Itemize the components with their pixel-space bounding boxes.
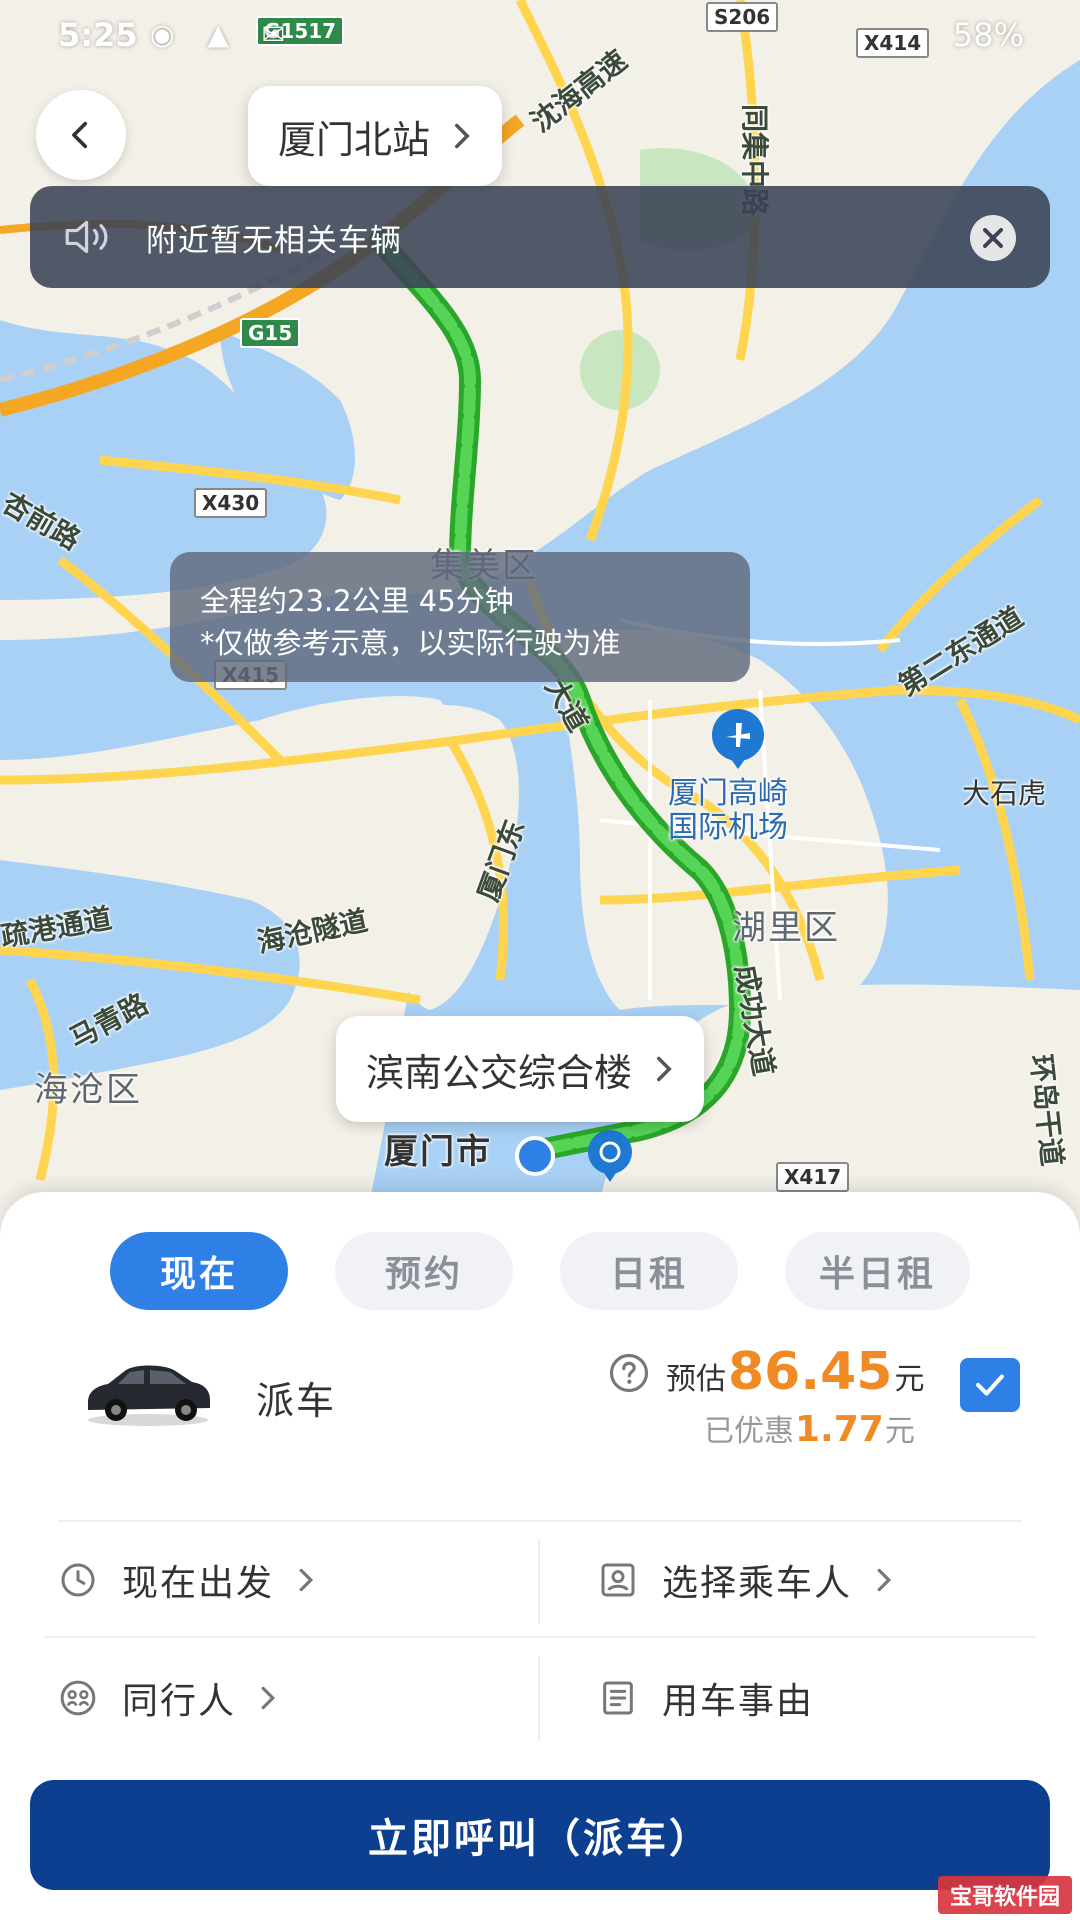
map-label-dashihu: 大石虎 <box>962 777 1047 810</box>
chevron-right-icon <box>455 123 470 149</box>
status-time: 5:25 <box>58 16 138 54</box>
price-unit: 元 <box>894 1362 925 1397</box>
car-type-name: 派车 <box>256 1379 337 1423</box>
price-prefix: 预估 <box>666 1362 726 1397</box>
discount-value: 1.77 <box>795 1409 884 1450</box>
car-option-checkbox[interactable] <box>960 1358 1020 1412</box>
close-icon <box>983 228 1003 248</box>
discount-prefix: 已优惠 <box>704 1414 794 1449</box>
chevron-right-icon <box>261 1686 276 1710</box>
clock-icon <box>61 1563 95 1597</box>
tab-day-rent[interactable]: 日租 <box>560 1232 738 1310</box>
depart-time-label: 现在出发 <box>122 1563 275 1604</box>
divider <box>538 1656 540 1742</box>
destination-bubble[interactable]: 滨南公交综合楼 <box>336 1016 705 1122</box>
car-image <box>88 1365 210 1426</box>
notice-text: 附近暂无相关车辆 <box>146 222 402 259</box>
chevron-left-icon <box>72 121 88 149</box>
check-icon <box>976 1374 1004 1396</box>
map-label-huli: 湖里区 <box>732 908 840 948</box>
chevron-right-icon <box>299 1568 314 1592</box>
status-notification-icons: ◉ ▲ ✉ <box>150 18 298 51</box>
speaker-icon <box>65 220 108 254</box>
tab-half-day-rent[interactable]: 半日租 <box>785 1232 970 1310</box>
booking-sheet: 现在 预约 日租 半日租 派车 预估 86.45 元 已优惠 1.77 元 现在… <box>0 1192 1080 1920</box>
depart-time-option[interactable]: 现在出发 <box>58 1540 314 1620</box>
status-bar: 5:25 ◉ ▲ ✉ 58% <box>0 0 1080 70</box>
person-card-icon <box>601 1563 635 1597</box>
shield-x430: X430 <box>194 488 268 518</box>
origin-bubble[interactable]: 厦门北站 <box>248 86 503 186</box>
origin-name: 厦门北站 <box>278 117 431 162</box>
destination-name: 滨南公交综合楼 <box>366 1050 633 1095</box>
watermark-logo: 宝哥软件园 <box>938 1876 1072 1914</box>
divider <box>538 1538 540 1624</box>
route-summary: 全程约23.2公里 45分钟 <box>200 584 514 618</box>
car-option-row[interactable]: 派车 预估 86.45 元 已优惠 1.77 元 <box>0 1342 1080 1472</box>
divider <box>44 1636 1036 1638</box>
companion-option[interactable]: 同行人 <box>58 1658 276 1738</box>
tab-reserve[interactable]: 预约 <box>335 1232 513 1310</box>
trip-reason-option[interactable]: 用车事由 <box>598 1658 814 1738</box>
shield-x417: X417 <box>776 1162 850 1192</box>
shield-g15: G15 <box>240 318 301 348</box>
map-label-airport-2: 国际机场 <box>668 810 788 845</box>
estimated-price: 预估 86.45 元 <box>666 1342 924 1402</box>
question-circle-icon[interactable] <box>608 1352 650 1394</box>
tab-now[interactable]: 现在 <box>110 1232 288 1310</box>
trip-reason-label: 用车事由 <box>662 1681 815 1722</box>
call-now-button[interactable]: 立即呼叫（派车） <box>30 1780 1050 1890</box>
map-label-xiamen: 厦门市 <box>384 1132 492 1172</box>
discount-info: 已优惠 1.77 元 <box>704 1406 915 1450</box>
route-info-box: 全程约23.2公里 45分钟 *仅做参考示意，以实际行驶为准 <box>170 552 750 682</box>
group-icon <box>60 1680 96 1716</box>
close-notice-button[interactable] <box>970 215 1016 261</box>
map-label-haicang: 海沧区 <box>34 1070 142 1110</box>
document-icon <box>603 1681 633 1715</box>
price-value: 86.45 <box>728 1342 893 1402</box>
back-button[interactable] <box>36 90 126 180</box>
mode-tabs: 现在 预约 日租 半日租 <box>110 1232 970 1312</box>
chevron-right-icon <box>657 1056 672 1082</box>
divider <box>58 1520 1022 1522</box>
companion-label: 同行人 <box>122 1681 237 1722</box>
select-passenger-label: 选择乘车人 <box>662 1563 853 1604</box>
route-disclaimer: *仅做参考示意，以实际行驶为准 <box>200 626 621 660</box>
chevron-right-icon <box>877 1568 892 1592</box>
discount-unit: 元 <box>884 1414 915 1449</box>
status-battery: 58% <box>952 16 1024 54</box>
vehicle-notice-banner: 附近暂无相关车辆 <box>30 186 1050 288</box>
select-passenger-option[interactable]: 选择乘车人 <box>598 1540 892 1620</box>
